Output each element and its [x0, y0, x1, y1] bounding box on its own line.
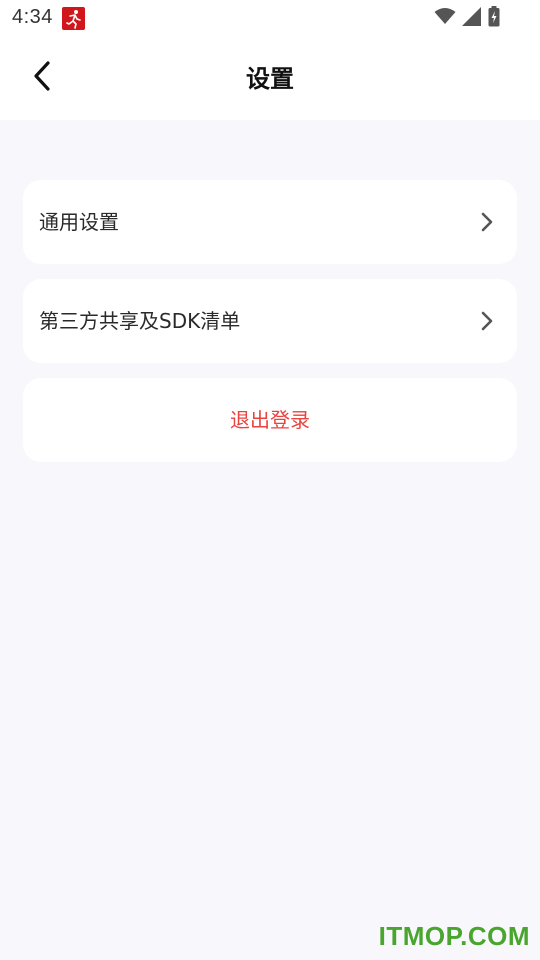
wifi-icon: [434, 7, 456, 29]
menu-item-label: 通用设置: [39, 210, 119, 234]
top-bar: 4:34 设置: [0, 0, 540, 120]
status-bar: 4:34: [0, 0, 540, 38]
back-arrow-icon[interactable]: [31, 60, 53, 96]
logout-label: 退出登录: [230, 408, 310, 432]
chevron-right-icon: [479, 309, 495, 333]
chevron-right-icon: [479, 210, 495, 234]
signal-icon: [462, 6, 482, 30]
battery-charging-icon: [488, 5, 500, 31]
page-title: 设置: [246, 65, 294, 93]
menu-item-third-party-sdk-list[interactable]: 第三方共享及SDK清单: [23, 279, 517, 363]
back-button[interactable]: [24, 58, 60, 98]
status-icons: [434, 5, 500, 31]
header: 设置: [0, 38, 540, 120]
running-person-icon: [62, 7, 85, 30]
menu-item-general-settings[interactable]: 通用设置: [23, 180, 517, 264]
watermark: ITMOP.COM: [378, 921, 530, 951]
menu-item-label: 第三方共享及SDK清单: [39, 309, 241, 333]
logout-button[interactable]: 退出登录: [23, 378, 517, 462]
status-time: 4:34: [12, 6, 53, 28]
